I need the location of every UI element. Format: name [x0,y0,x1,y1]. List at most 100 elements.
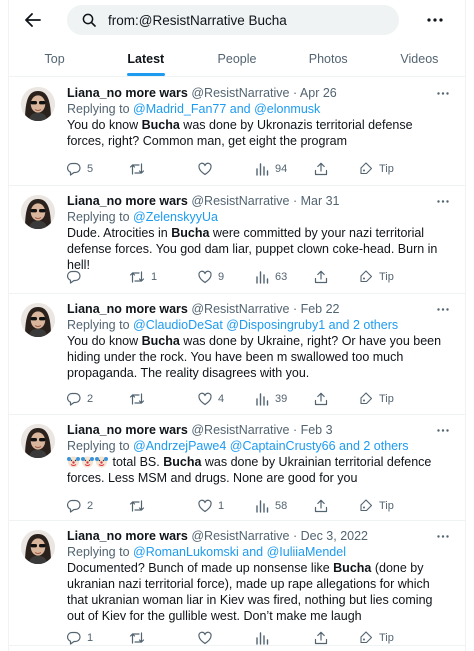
replying-to-users[interactable]: @Madrid_Fan77 and @elonmusk [133,102,320,116]
tweet-more-button[interactable] [433,424,453,436]
like-icon [198,631,212,645]
views-count: 94 [275,163,288,175]
tab-videos[interactable]: Videos [374,44,465,76]
replying-to-label: Replying to [67,318,134,332]
retweet-button[interactable] [129,392,151,406]
tweet-card[interactable]: Liana_no more wars @ResistNarrative · De… [9,521,465,646]
replying-to-users[interactable]: @AndrzejPawe4 @CaptainCrusty66 and 2 oth… [133,439,409,453]
tip-button[interactable]: Tip [359,270,394,284]
tip-button[interactable]: Tip [359,499,394,513]
replying-to-users[interactable]: @RomanLukomski and @IuliiaMendel [133,545,346,559]
views-button[interactable]: 58 [255,499,287,513]
author-handle-date[interactable]: @ResistNarrative · Mar 31 [191,194,339,208]
share-button[interactable] [314,270,328,284]
tab-photos[interactable]: Photos [283,44,374,76]
tweet-card[interactable]: Liana_no more wars @ResistNarrative · Ap… [9,78,465,186]
reply-button[interactable]: 2 [67,392,93,406]
share-icon [314,162,328,176]
reply-button[interactable]: 5 [67,162,93,176]
retweet-button[interactable] [129,631,151,645]
search-box[interactable] [67,5,399,35]
reply-icon [67,392,81,406]
reply-count: 5 [87,163,94,175]
retweet-icon [129,632,145,644]
tweet-header: Liana_no more wars @ResistNarrative · Fe… [67,301,453,317]
share-icon [314,631,328,645]
tweet-card[interactable]: Liana_no more wars @ResistNarrative · Ma… [9,186,465,294]
reply-button[interactable]: 1 [67,631,93,645]
views-button[interactable]: 94 [255,162,287,176]
tweet-text-part: You do know [67,334,142,348]
share-button[interactable] [314,392,328,406]
tab-top[interactable]: Top [9,44,100,76]
like-count: 1 [218,500,225,512]
avatar[interactable] [21,87,55,121]
tweet-text-highlight: Bucha [171,226,210,240]
author-handle-date[interactable]: @ResistNarrative · Feb 3 [191,423,332,437]
tweet-card[interactable]: Liana_no more wars @ResistNarrative · Fe… [9,415,465,521]
avatar[interactable] [21,530,55,564]
replying-to-label: Replying to [67,439,134,453]
tweet-text-part: You do know [67,118,142,132]
like-button[interactable]: 9 [198,270,224,284]
like-button[interactable]: 1 [198,499,224,513]
avatar[interactable] [21,195,55,229]
like-button[interactable] [198,631,218,645]
retweet-button[interactable] [129,499,151,513]
back-button[interactable] [19,8,47,32]
tweet-card[interactable]: Liana_no more wars @ResistNarrative · Fe… [9,294,465,415]
tab-latest[interactable]: Latest [100,44,191,76]
tab-people[interactable]: People [191,44,282,76]
tip-button[interactable]: Tip [359,631,394,645]
author-name[interactable]: Liana_no more wars [67,194,188,208]
author-handle-date[interactable]: @ResistNarrative · Apr 26 [191,86,336,100]
views-count: 63 [275,271,288,283]
tip-button[interactable]: Tip [359,392,394,406]
replying-to: Replying to @AndrzejPawe4 @CaptainCrusty… [67,438,453,454]
retweet-button[interactable] [129,162,151,176]
tweet-text: total BS. Bucha was done by Ukrainian te… [67,454,453,486]
reply-icon [67,631,81,645]
views-button[interactable]: 63 [255,270,287,284]
arrow-left-icon [25,13,41,27]
replying-to-users[interactable]: @ClaudioDeSat @Disposingruby1 and 2 othe… [133,318,398,332]
author-handle-date[interactable]: @ResistNarrative · Dec 3, 2022 [191,529,368,543]
tweet-more-button[interactable] [433,195,453,207]
tip-button[interactable]: Tip [359,162,394,176]
replying-to-users[interactable]: @ZelenskyyUa [133,210,218,224]
author-name[interactable]: Liana_no more wars [67,302,188,316]
views-chart-icon [256,632,269,645]
reply-icon [67,162,81,176]
share-button[interactable] [314,499,328,513]
author-name[interactable]: Liana_no more wars [67,86,188,100]
share-button[interactable] [314,162,328,176]
tip-label: Tip [379,271,394,283]
author-name[interactable]: Liana_no more wars [67,529,188,543]
avatar[interactable] [21,303,55,337]
views-chart-icon [256,500,269,513]
tweet-header: Liana_no more wars @ResistNarrative · Ap… [67,85,453,101]
avatar[interactable] [21,424,55,458]
tweet-more-button[interactable] [433,530,453,542]
reply-button[interactable]: 2 [67,499,93,513]
reply-button[interactable] [67,270,87,284]
author-name[interactable]: Liana_no more wars [67,423,188,437]
tweet-more-button[interactable] [433,87,453,99]
views-button[interactable]: 39 [255,392,287,406]
like-button[interactable]: 4 [198,392,224,406]
views-chart-icon [256,163,269,176]
more-horizontal-icon [437,91,449,95]
more-options-button[interactable] [423,10,447,30]
search-header [9,0,465,44]
author-handle-date[interactable]: @ResistNarrative · Feb 22 [191,302,339,316]
tweet-header: Liana_no more wars @ResistNarrative · Fe… [67,422,453,438]
tweet-text-part: Documented? Bunch of made up nonsense li… [67,561,334,575]
replying-to: Replying to @ClaudioDeSat @Disposingruby… [67,317,453,333]
like-button[interactable] [198,162,218,176]
views-button[interactable] [255,631,275,645]
tip-icon [360,392,373,405]
search-input[interactable] [108,12,388,28]
share-button[interactable] [314,631,328,645]
retweet-button[interactable]: 1 [129,270,157,284]
tweet-more-button[interactable] [433,303,453,315]
